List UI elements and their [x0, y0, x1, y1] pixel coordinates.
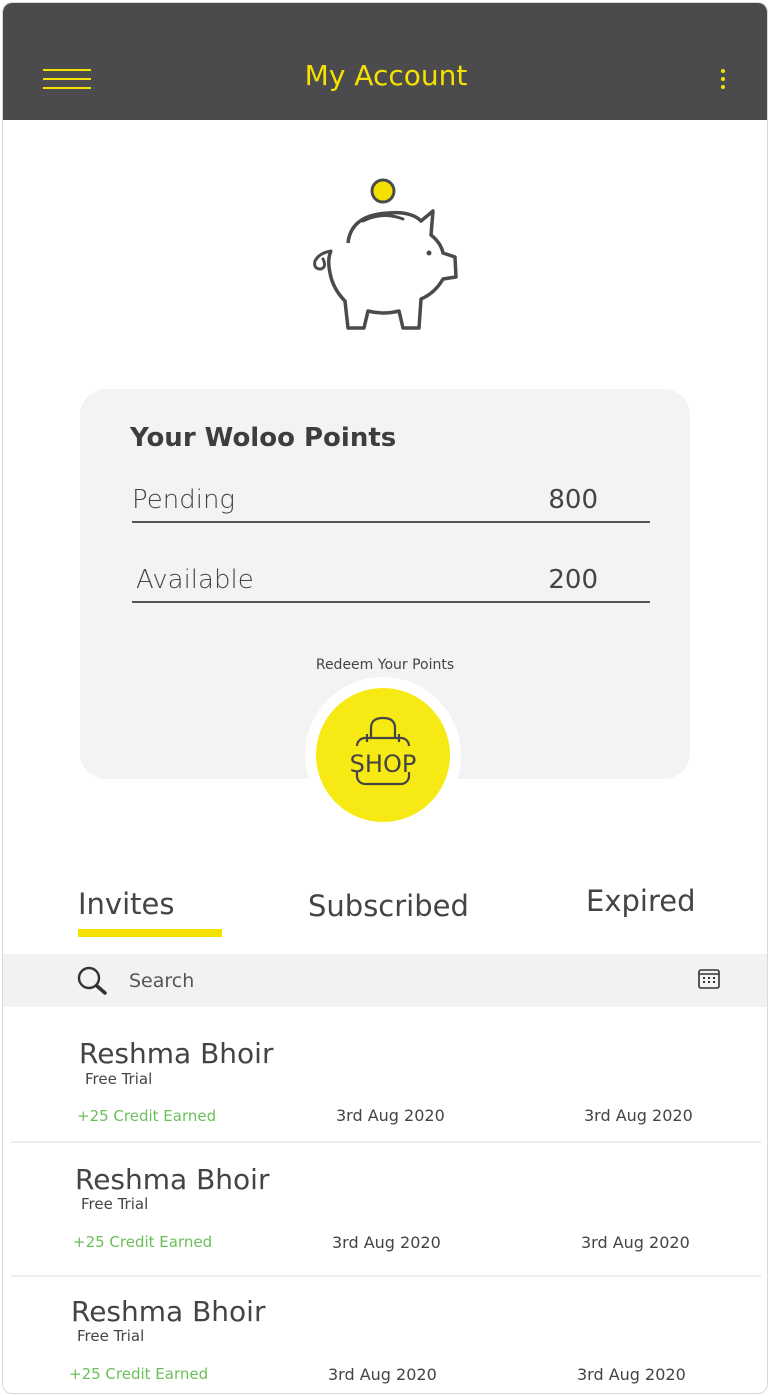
app-frame: My Account Your Woloo Points Pending 800…	[2, 2, 768, 1394]
item-name: Reshma Bhoir	[71, 1295, 266, 1328]
item-plan: Free Trial	[77, 1327, 145, 1345]
page-title: My Account	[304, 59, 468, 92]
shop-button[interactable]: SHOP	[316, 688, 450, 822]
list-item[interactable]: Reshma Bhoir Free Trial +25 Credit Earne…	[11, 1277, 761, 1393]
pending-label: Pending	[132, 485, 236, 515]
calendar-icon[interactable]	[698, 969, 720, 989]
item-date: 3rd Aug 2020	[581, 1233, 690, 1252]
item-name: Reshma Bhoir	[79, 1037, 274, 1070]
header-bar: My Account	[3, 3, 767, 120]
search-input[interactable]	[129, 967, 629, 995]
item-date: 3rd Aug 2020	[584, 1106, 693, 1125]
shop-label: SHOP	[349, 750, 417, 778]
tab-invites[interactable]: Invites	[78, 887, 174, 921]
item-date: 3rd Aug 2020	[332, 1233, 441, 1252]
list-item[interactable]: Reshma Bhoir Free Trial +25 Credit Earne…	[11, 1009, 761, 1143]
more-vertical-icon[interactable]	[715, 69, 731, 93]
search-bar	[3, 954, 767, 1007]
piggy-bank-icon	[313, 178, 458, 330]
item-date: 3rd Aug 2020	[328, 1365, 437, 1384]
item-credit: +25 Credit Earned	[77, 1107, 217, 1125]
available-row: Available 200	[132, 563, 650, 603]
tab-subscribed[interactable]: Subscribed	[308, 889, 469, 923]
list-item[interactable]: Reshma Bhoir Free Trial +25 Credit Earne…	[11, 1143, 761, 1277]
item-plan: Free Trial	[81, 1195, 149, 1213]
item-name: Reshma Bhoir	[75, 1163, 270, 1196]
redeem-caption: Redeem Your Points	[315, 657, 455, 673]
item-date: 3rd Aug 2020	[577, 1365, 686, 1384]
available-label: Available	[136, 565, 254, 595]
item-credit: +25 Credit Earned	[73, 1233, 213, 1251]
pending-value: 800	[548, 485, 598, 515]
item-date: 3rd Aug 2020	[336, 1106, 445, 1125]
available-value: 200	[548, 565, 598, 595]
points-card-title: Your Woloo Points	[130, 423, 397, 453]
active-tab-indicator	[78, 929, 222, 937]
search-icon[interactable]	[76, 966, 110, 996]
pending-row: Pending 800	[132, 483, 650, 523]
item-plan: Free Trial	[85, 1070, 153, 1088]
tab-expired[interactable]: Expired	[586, 884, 696, 918]
item-credit: +25 Credit Earned	[69, 1365, 209, 1383]
